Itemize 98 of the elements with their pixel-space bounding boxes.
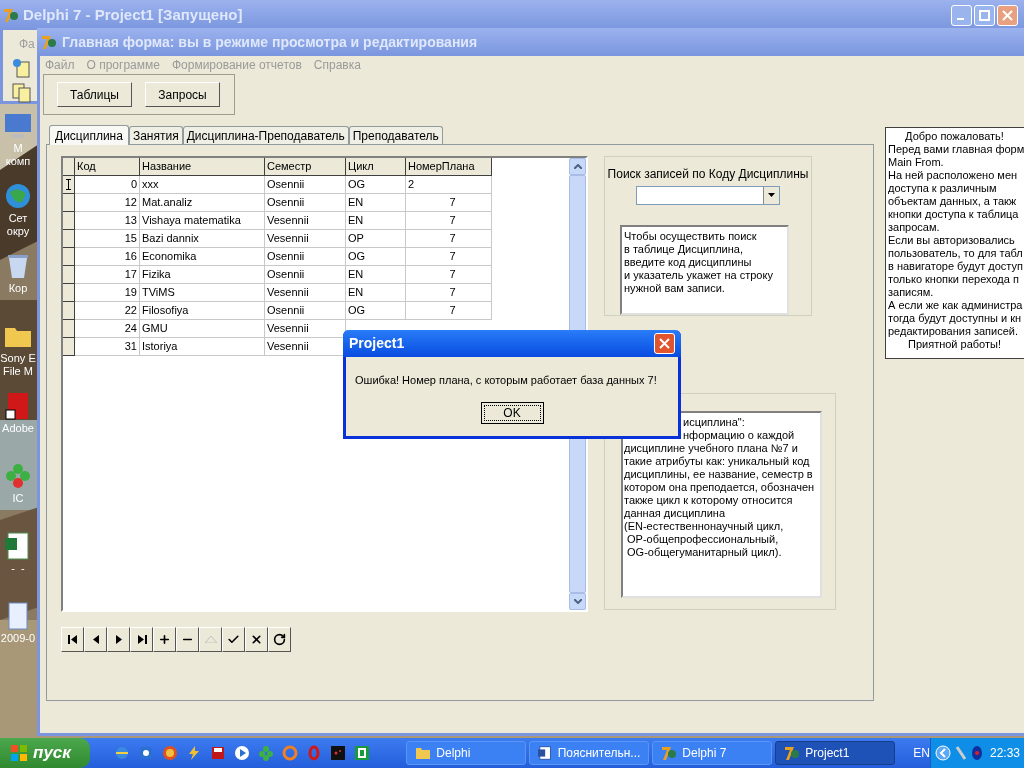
table-cell: 7 xyxy=(406,230,492,248)
table-cell: OG xyxy=(346,302,406,320)
column-header: Название xyxy=(140,158,265,176)
table-cell: 17 xyxy=(75,266,140,284)
hint-line: нужной вам записи. xyxy=(624,282,726,295)
table-cell: xxx xyxy=(140,176,265,194)
window-title: Главная форма: вы в режиме просмотра и редактирования xyxy=(62,32,478,52)
hint-line: Чтобы осуществить поиск xyxy=(624,230,758,243)
welcome-line: в навигаторе будут доступ xyxy=(888,260,1024,273)
dialog-title: Project1 xyxy=(349,334,405,353)
table-cell: 2 xyxy=(406,176,492,194)
table-cell: 12 xyxy=(75,194,140,212)
table-cell: GMU xyxy=(140,320,265,338)
search-label: Поиск записей по Коду Дисциплины xyxy=(607,166,809,183)
description-line: данная дисциплина xyxy=(624,507,727,520)
table-cell: 13 xyxy=(75,212,140,230)
column-header: НомерПлана xyxy=(406,158,492,176)
table-cell: Osennii xyxy=(265,266,346,284)
dialog-message: Ошибка! Номер плана, с которым работает база данных 7! xyxy=(355,373,657,388)
table-cell: Vesennii xyxy=(265,284,346,302)
table-cell: OP xyxy=(346,230,406,248)
welcome-line: объектам данных, а такж xyxy=(888,195,1018,208)
column-header: Семестр xyxy=(265,158,346,176)
welcome-line: тогда будут доступны и кн xyxy=(888,312,1023,325)
welcome-line: доступа к различным xyxy=(888,182,998,195)
table-cell: EN xyxy=(346,266,406,284)
table-cell: 7 xyxy=(406,248,492,266)
table-cell: 7 xyxy=(406,212,492,230)
table-cell: Istoriya xyxy=(140,338,265,356)
desktop-icon-label: М xyxy=(13,142,23,155)
table-cell: EN xyxy=(346,212,406,230)
table-cell: Vesennii xyxy=(265,230,346,248)
description-line: исциплина": xyxy=(682,416,746,429)
desktop-icon-label: Кор xyxy=(8,282,28,295)
table-cell: Osennii xyxy=(265,302,346,320)
description-line: OG-общегуманитарный цикл). xyxy=(626,546,783,559)
welcome-line: редактирования записей. xyxy=(888,325,1020,338)
table-cell: EN xyxy=(346,284,406,302)
table-cell: Mat.analiz xyxy=(140,194,265,212)
table-cell: OG xyxy=(346,248,406,266)
description-line: также цикл к которому относится xyxy=(624,494,794,507)
desktop-icon-label: - - xyxy=(11,562,25,575)
table-cell: Osennii xyxy=(265,194,346,212)
welcome-line: только кнопки перехода п xyxy=(888,273,1020,286)
desktop-icon-label: Сет xyxy=(8,212,28,225)
table-cell: 7 xyxy=(406,302,492,320)
table-cell: TViMS xyxy=(140,284,265,302)
welcome-greeting: Добро пожаловать! xyxy=(904,130,1005,143)
welcome-closing: Приятной работы! xyxy=(907,338,1002,351)
desktop-icon-label: окру xyxy=(6,225,30,238)
welcome-line: запросам. xyxy=(888,221,941,234)
column-header: Код xyxy=(75,158,140,176)
welcome-line: А если же как администра xyxy=(888,299,1024,312)
table-cell: Vishaya matematika xyxy=(140,212,265,230)
table-cell: OG xyxy=(346,176,406,194)
table-cell: 16 xyxy=(75,248,140,266)
table-cell: 31 xyxy=(75,338,140,356)
table-cell: 7 xyxy=(406,194,492,212)
table-cell: 22 xyxy=(75,302,140,320)
table-cell: 15 xyxy=(75,230,140,248)
table-cell: Bazi dannix xyxy=(140,230,265,248)
hint-line: в таблице Дисциплина, xyxy=(624,243,744,256)
table-cell: Economika xyxy=(140,248,265,266)
description-line: такие атрибуты как: уникальный код xyxy=(624,455,811,468)
description-line: нформацию о каждой xyxy=(682,429,796,442)
table-cell: 19 xyxy=(75,284,140,302)
window-title: Delphi 7 - Project1 [Запущено] xyxy=(23,4,243,25)
welcome-line: Если вы авторизовались xyxy=(888,234,1016,247)
desktop-icon-label: File M xyxy=(3,365,33,378)
hint-line: и указатель укажет на строку xyxy=(624,269,774,282)
hint-line: введите код дисциплины xyxy=(624,256,753,269)
table-cell: Vesennii xyxy=(265,212,346,230)
welcome-line: кнопки доступа к таблица xyxy=(888,208,1020,221)
description-line: дисциплины, ее название, семестр в xyxy=(624,468,814,481)
description-line: дисциплине учебного плана №7 и xyxy=(624,442,799,455)
clock: 22:33 xyxy=(989,745,1020,762)
desktop-icon-label: IC xyxy=(12,492,24,505)
column-header: Цикл xyxy=(346,158,406,176)
desktop-icon-label: Adobe xyxy=(2,422,34,435)
table-cell: 7 xyxy=(406,284,492,302)
welcome-line: Main From. xyxy=(888,156,945,169)
table-cell: Osennii xyxy=(265,248,346,266)
table-cell: Fizika xyxy=(140,266,265,284)
description-line: OP-общепрофессиональный, xyxy=(626,533,780,546)
description-line: (EN-естественнонаучный цикл, xyxy=(624,520,785,533)
description-line: котором она преподается, обозначен xyxy=(624,481,816,494)
table-cell: EN xyxy=(346,194,406,212)
table-cell: 7 xyxy=(406,266,492,284)
welcome-line: На ней расположено мен xyxy=(888,169,1019,182)
table-cell: Osennii xyxy=(265,176,346,194)
desktop-icon-label: Sony E xyxy=(0,352,36,365)
table-cell: Filosofiya xyxy=(140,302,265,320)
table-cell: 24 xyxy=(75,320,140,338)
welcome-line: Перед вами главная форм xyxy=(888,143,1024,156)
welcome-line: записям. xyxy=(888,286,935,299)
table-cell: 0 xyxy=(75,176,140,194)
desktop-icon-label: 2009-0 xyxy=(0,632,36,645)
welcome-line: пользователь, то для табл xyxy=(888,247,1024,260)
